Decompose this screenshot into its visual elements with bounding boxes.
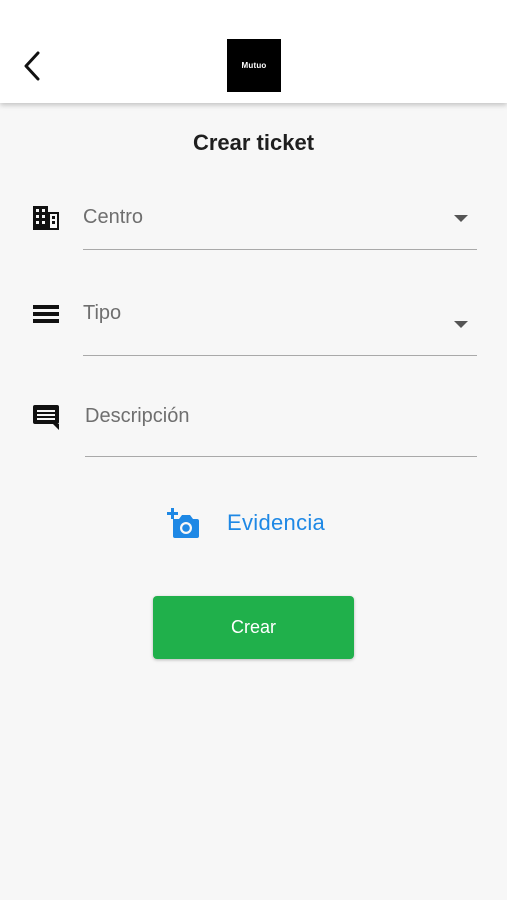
app-bar: Mutuo [0,0,507,103]
tipo-dropdown-arrow-icon [454,321,468,328]
add-camera-icon [167,508,199,538]
centro-label: Centro [83,206,144,228]
crear-button[interactable]: Crear [153,596,354,659]
descripcion-input[interactable]: Descripción [85,394,477,457]
list-lines-icon [31,299,61,329]
tipo-dropdown[interactable]: Tipo [83,292,477,356]
tipo-label: Tipo [83,302,122,324]
building-icon [31,203,61,233]
chevron-left-icon [24,51,40,81]
descripcion-placeholder: Descripción [85,405,190,427]
comment-icon [31,402,61,432]
page-title: Crear ticket [192,130,315,155]
evidencia-button[interactable]: Evidencia [166,505,325,541]
back-button[interactable] [14,46,50,86]
centro-dropdown[interactable]: Centro [83,196,477,250]
evidencia-label: Evidencia [227,510,326,535]
brand-logo: Mutuo [227,39,281,92]
brand-logo-text: Mutuo [241,61,267,70]
centro-dropdown-arrow-icon [454,215,468,222]
